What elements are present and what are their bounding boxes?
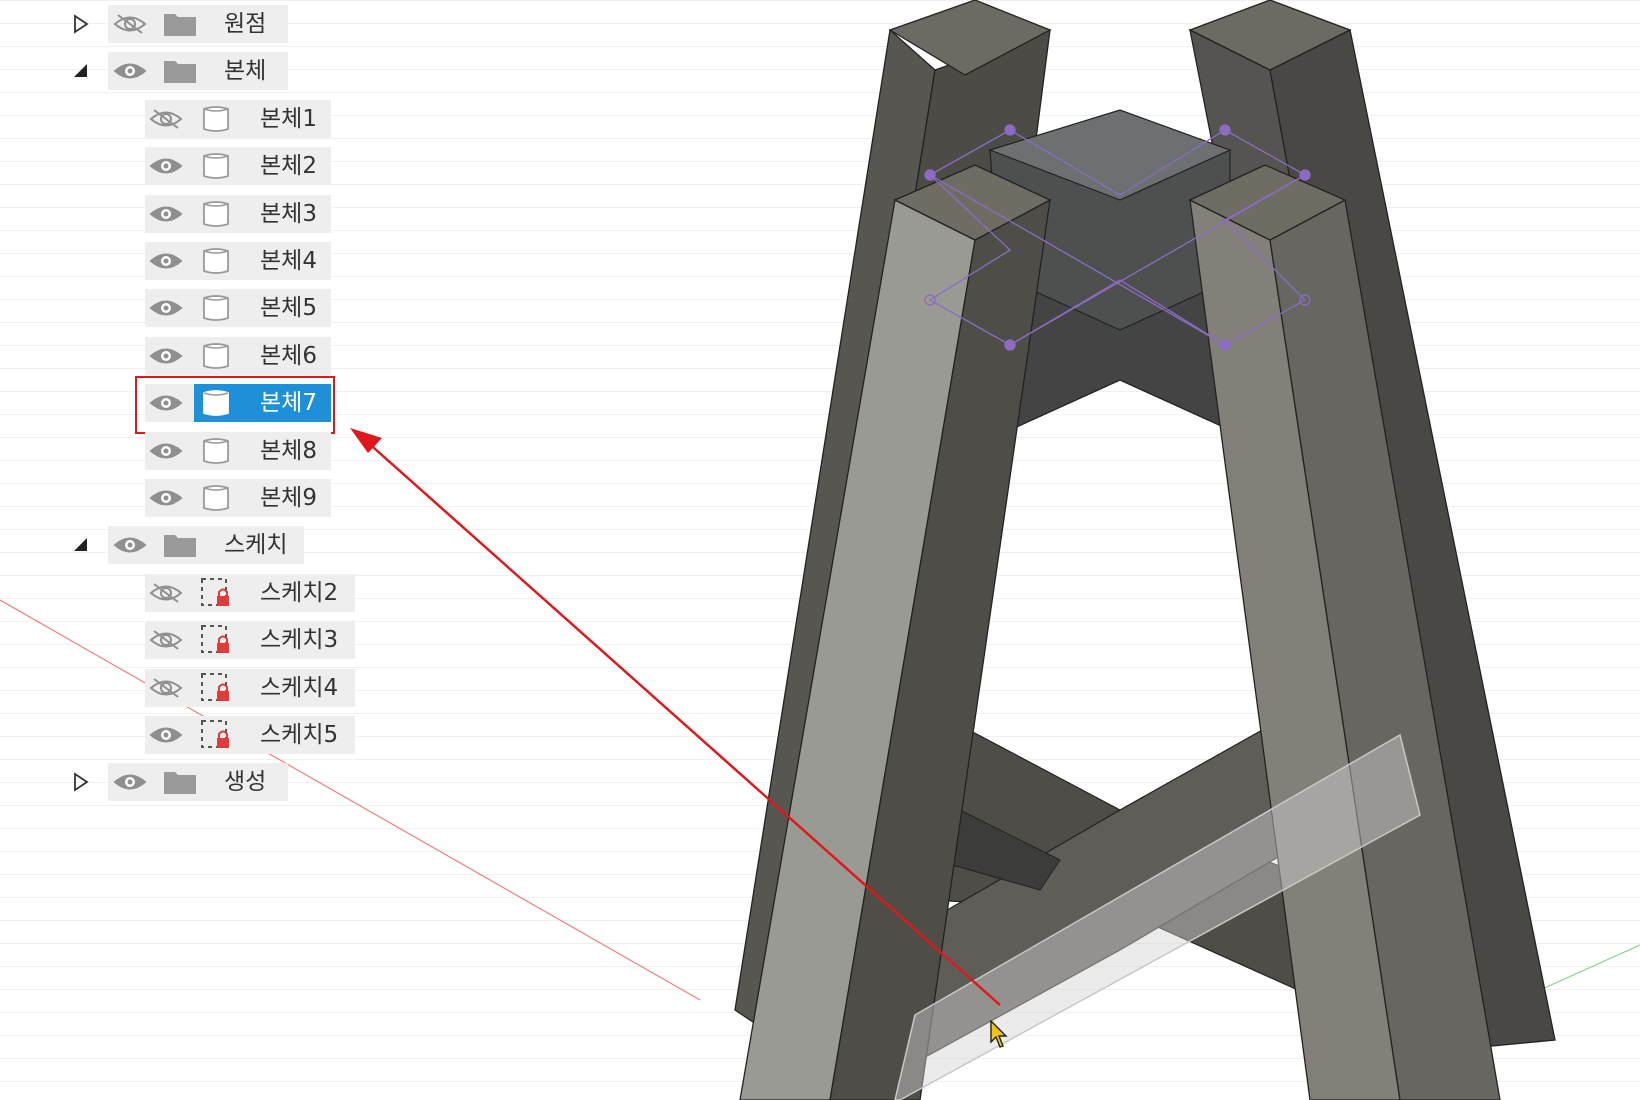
browser-item-label: 스케치3 (260, 627, 339, 654)
browser-item-label: 본체1 (260, 105, 317, 132)
collapse-arrow-icon[interactable] (70, 534, 92, 556)
collapse-arrow-icon[interactable] (70, 60, 92, 82)
body-icon (196, 337, 236, 375)
browser-group-label: 원점 (224, 11, 267, 37)
hidden-eye-icon[interactable] (146, 100, 186, 138)
browser-item-label: 본체9 (260, 485, 317, 511)
browser-item-label: 본체8 (260, 437, 317, 464)
browser-group-label: 생성 (224, 769, 267, 796)
browser-item-label: 스케치4 (260, 674, 339, 701)
browser-item-row[interactable]: 본체7 (0, 376, 360, 435)
browser-item-row[interactable]: 본체5 (0, 288, 360, 328)
browser-item-label: 본체6 (260, 342, 317, 369)
browser-item-label: 본체5 (260, 295, 317, 322)
body-icon (196, 195, 236, 233)
browser-item-row[interactable]: 본체4 (0, 241, 360, 281)
browser-item-row[interactable]: 스케치2 (0, 573, 360, 613)
folder-icon (160, 763, 200, 801)
browser-item-row[interactable]: 스케치3 (0, 620, 360, 660)
browser-item-row[interactable]: 본체9 (0, 478, 360, 518)
browser-item-row[interactable]: 본체6 (0, 336, 360, 376)
browser-item-label: 스케치5 (260, 722, 339, 748)
hidden-eye-icon[interactable] (110, 5, 150, 43)
visibility-eye-icon[interactable] (110, 52, 150, 90)
folder-icon (160, 5, 200, 43)
browser-group-row[interactable]: 생성 (0, 762, 330, 802)
folder-icon (160, 52, 200, 90)
body-icon (196, 242, 236, 280)
visibility-eye-icon[interactable] (110, 763, 150, 801)
browser-item-row[interactable]: 본체8 (0, 431, 360, 471)
browser-group-row[interactable]: 스케치 (0, 525, 330, 565)
body-icon (196, 432, 236, 470)
browser-group-row[interactable]: 본체 (0, 51, 330, 91)
browser-item-label: 스케치2 (260, 579, 339, 606)
expand-arrow-icon[interactable] (70, 13, 92, 35)
visibility-eye-icon[interactable] (146, 432, 186, 470)
browser-item-label: 본체2 (260, 153, 317, 180)
visibility-eye-icon[interactable] (146, 479, 186, 517)
browser-item-row[interactable]: 스케치5 (0, 715, 360, 755)
sketch-lock-icon (196, 574, 236, 612)
browser-panel: 원점본체본체1 본체2 본체3 본체4 본체5 본체6 본체7 본체8 본체9 스케치스케치2 스케… (0, 0, 420, 860)
browser-item-row[interactable]: 본체3 (0, 194, 360, 234)
mouse-cursor-icon (990, 1020, 1008, 1048)
hidden-eye-icon[interactable] (146, 574, 186, 612)
browser-item-row[interactable]: 본체1 (0, 99, 360, 139)
body-icon (196, 384, 236, 422)
body-icon (196, 479, 236, 517)
body-icon (196, 100, 236, 138)
browser-group-label: 스케치 (224, 532, 288, 559)
browser-item-row[interactable]: 본체2 (0, 146, 360, 186)
visibility-eye-icon[interactable] (146, 242, 186, 280)
browser-group-label: 본체 (224, 58, 267, 85)
browser-item-label: 본체4 (260, 248, 317, 274)
visibility-eye-icon[interactable] (146, 289, 186, 327)
visibility-eye-icon[interactable] (146, 384, 186, 422)
sketch-lock-icon (196, 716, 236, 754)
expand-arrow-icon[interactable] (70, 771, 92, 793)
hidden-eye-icon[interactable] (146, 621, 186, 659)
visibility-eye-icon[interactable] (146, 195, 186, 233)
visibility-eye-icon[interactable] (146, 716, 186, 754)
hidden-eye-icon[interactable] (146, 669, 186, 707)
visibility-eye-icon[interactable] (110, 526, 150, 564)
body-icon (196, 289, 236, 327)
sketch-lock-icon (196, 669, 236, 707)
browser-item-row[interactable]: 스케치4 (0, 668, 360, 708)
visibility-eye-icon[interactable] (146, 337, 186, 375)
sketch-lock-icon (196, 621, 236, 659)
browser-group-row[interactable]: 원점 (0, 4, 330, 44)
folder-icon (160, 526, 200, 564)
visibility-eye-icon[interactable] (146, 147, 186, 185)
browser-item-label: 본체7 (260, 390, 317, 417)
browser-item-label: 본체3 (260, 200, 317, 227)
body-icon (196, 147, 236, 185)
